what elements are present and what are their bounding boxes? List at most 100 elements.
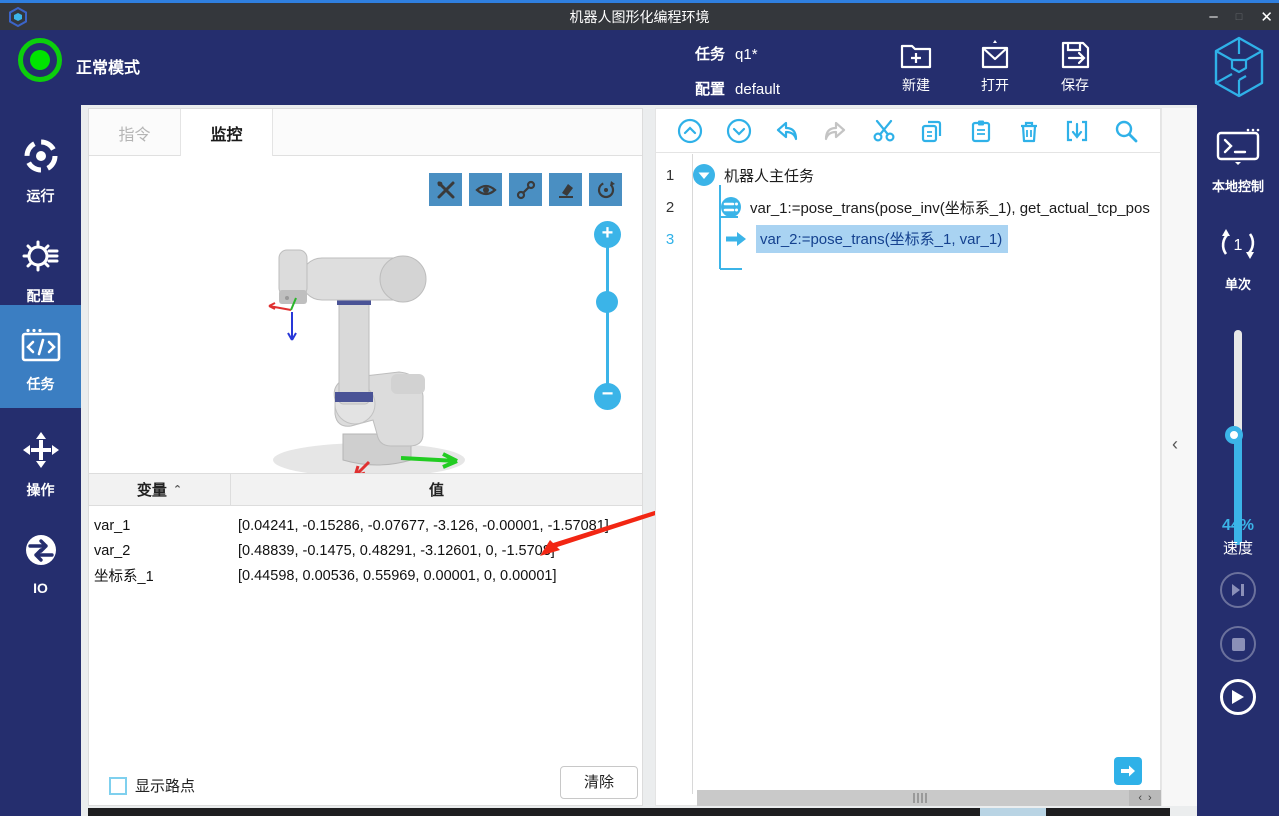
zoom-track[interactable] bbox=[606, 239, 609, 389]
local-control-label: 本地控制 bbox=[1197, 176, 1279, 195]
code-line-1[interactable]: 1 机器人主任务 bbox=[656, 160, 814, 190]
scrollbar-buttons[interactable]: ‹› bbox=[1129, 790, 1161, 806]
speed-label: 速度 bbox=[1197, 537, 1279, 558]
view-toolbar bbox=[429, 173, 622, 206]
right-sidebar: 本地控制 1 单次 44% 速度 bbox=[1197, 105, 1279, 816]
show-waypoints-option: 显示路点 bbox=[109, 775, 195, 796]
status-indicator-icon bbox=[18, 38, 62, 82]
collapse-node-icon[interactable] bbox=[692, 163, 716, 187]
copy-button[interactable] bbox=[918, 117, 946, 145]
redo-button[interactable] bbox=[821, 117, 849, 145]
config-field: 配置default bbox=[695, 78, 780, 99]
new-folder-icon bbox=[898, 38, 934, 72]
save-icon bbox=[1057, 38, 1093, 72]
line-number: 3 bbox=[656, 231, 684, 248]
delete-button[interactable] bbox=[1015, 117, 1043, 145]
sidebar-item-label: 操作 bbox=[0, 480, 81, 500]
path-button[interactable] bbox=[509, 173, 542, 206]
table-row[interactable]: 坐标系_1 [0.44598, 0.00536, 0.55969, 0.0000… bbox=[89, 563, 642, 588]
reset-view-button[interactable] bbox=[589, 173, 622, 206]
move-up-button[interactable] bbox=[676, 117, 704, 145]
terminal-icon bbox=[1215, 127, 1261, 167]
skip-next-icon bbox=[1230, 583, 1246, 597]
search-button[interactable] bbox=[1112, 117, 1140, 145]
code-line-3[interactable]: 3 var_2:=pose_trans(坐标系_1, var_1) bbox=[656, 224, 1008, 254]
collapse-panel-button[interactable]: ‹ bbox=[1172, 434, 1178, 455]
stop-icon bbox=[1232, 638, 1245, 651]
column-value-label: 值 bbox=[429, 479, 444, 500]
play-button[interactable] bbox=[1220, 679, 1256, 715]
step-next-button[interactable] bbox=[1114, 757, 1142, 785]
move-down-button[interactable] bbox=[725, 117, 753, 145]
tools-button[interactable] bbox=[429, 173, 462, 206]
rotate-icon bbox=[596, 180, 616, 200]
play-icon bbox=[1231, 689, 1245, 705]
scroll-right-icon[interactable]: › bbox=[1148, 792, 1152, 804]
sidebar-item-task[interactable]: 任务 bbox=[0, 305, 81, 408]
paste-button[interactable] bbox=[967, 117, 995, 145]
variable-table-header: 变量 ⌃ 值 bbox=[89, 473, 642, 506]
horizontal-scrollbar[interactable] bbox=[697, 790, 1129, 806]
tools-icon bbox=[436, 180, 456, 200]
zoom-handle[interactable] bbox=[596, 291, 618, 313]
sidebar-item-operate[interactable]: 操作 bbox=[0, 417, 81, 500]
scroll-left-icon[interactable]: ‹ bbox=[1138, 792, 1142, 804]
open-label: 打开 bbox=[965, 75, 1025, 95]
mode-label: 正常模式 bbox=[76, 54, 140, 78]
table-row[interactable]: var_2 [0.48839, -0.1475, 0.48291, -3.126… bbox=[89, 538, 642, 563]
task-field: 任务q1* bbox=[695, 43, 758, 64]
speed-slider-handle[interactable] bbox=[1225, 426, 1243, 444]
config-value: default bbox=[735, 81, 780, 98]
sidebar-item-io[interactable]: IO bbox=[0, 517, 81, 596]
cut-button[interactable] bbox=[870, 117, 898, 145]
open-task-button[interactable]: 打开 bbox=[965, 38, 1025, 95]
column-variable-label: 变量 bbox=[137, 479, 167, 500]
tab-instruction[interactable]: 指令 bbox=[89, 109, 181, 156]
sidebar-item-config[interactable]: 配置 bbox=[0, 223, 81, 306]
eye-icon bbox=[475, 180, 497, 200]
zoom-control: + − bbox=[593, 221, 623, 406]
zoom-out-button[interactable]: − bbox=[594, 383, 621, 410]
clear-button[interactable]: 清除 bbox=[560, 766, 638, 799]
stop-button[interactable] bbox=[1220, 626, 1256, 662]
save-task-button[interactable]: 保存 bbox=[1045, 38, 1105, 95]
minimize-button[interactable]: – bbox=[1209, 8, 1217, 25]
show-waypoints-label: 显示路点 bbox=[135, 775, 195, 796]
step-button[interactable] bbox=[1220, 572, 1256, 608]
table-row[interactable]: var_1 [0.04241, -0.15286, -0.07677, -3.1… bbox=[89, 513, 642, 538]
variable-value: [0.48839, -0.1475, 0.48291, -3.12601, 0,… bbox=[231, 543, 642, 559]
arrow-statement-icon bbox=[724, 230, 748, 248]
local-control-button[interactable]: 本地控制 bbox=[1197, 127, 1279, 195]
visibility-button[interactable] bbox=[469, 173, 502, 206]
variable-name: 坐标系_1 bbox=[89, 565, 231, 586]
single-run-button[interactable]: 1 单次 bbox=[1197, 223, 1279, 293]
variable-name: var_2 bbox=[89, 543, 231, 559]
code-text-selected: var_2:=pose_trans(坐标系_1, var_1) bbox=[756, 225, 1008, 253]
bottom-edge bbox=[88, 808, 1170, 816]
insert-button[interactable] bbox=[1063, 117, 1091, 145]
maximize-button[interactable]: □ bbox=[1236, 11, 1243, 23]
io-icon bbox=[22, 531, 60, 569]
close-button[interactable]: ✕ bbox=[1260, 8, 1273, 26]
tab-monitor[interactable]: 监控 bbox=[181, 109, 273, 156]
code-line-2[interactable]: 2 var_1:=pose_trans(pose_inv(坐标系_1), get… bbox=[656, 192, 1150, 222]
sidebar-item-label: IO bbox=[0, 580, 81, 596]
erase-button[interactable] bbox=[549, 173, 582, 206]
column-value[interactable]: 值 bbox=[231, 474, 642, 505]
column-variable[interactable]: 变量 ⌃ bbox=[89, 474, 231, 505]
sidebar-item-run[interactable]: 运行 bbox=[0, 123, 81, 206]
undo-button[interactable] bbox=[773, 117, 801, 145]
edit-toolbar bbox=[656, 109, 1160, 153]
single-cycle-icon: 1 bbox=[1216, 223, 1260, 265]
robot-3d-view[interactable] bbox=[251, 234, 471, 482]
title-bar: 机器人图形化编程环境 – □ ✕ bbox=[0, 0, 1279, 30]
sidebar-item-label: 任务 bbox=[0, 374, 81, 394]
assignment-icon bbox=[720, 196, 742, 218]
path-icon bbox=[516, 180, 536, 200]
speed-slider[interactable] bbox=[1234, 330, 1242, 545]
program-tree-panel: 1 机器人主任务 2 var_1:=pose_trans(pose_inv(坐标… bbox=[655, 108, 1161, 806]
gear-icon bbox=[22, 237, 60, 275]
left-sidebar: 运行 配置 任务 操作 bbox=[0, 105, 81, 816]
new-task-button[interactable]: 新建 bbox=[886, 38, 946, 95]
show-waypoints-checkbox[interactable] bbox=[109, 777, 127, 795]
